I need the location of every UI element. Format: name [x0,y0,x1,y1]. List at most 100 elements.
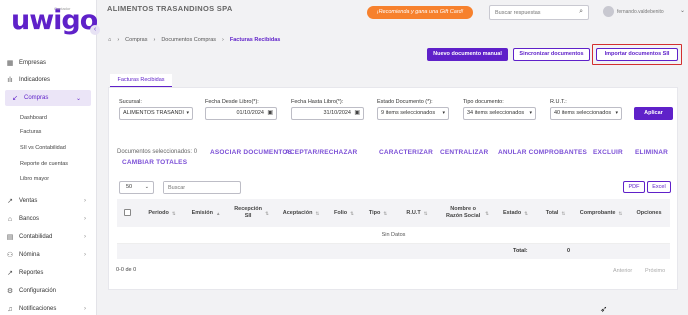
cambiar-totales-action[interactable]: CAMBIAR TOTALES [122,159,187,166]
select-all-checkbox[interactable] [124,209,131,216]
subitem-dashboard[interactable]: Dashboard [20,112,47,124]
col-label: Emisión [191,209,213,216]
asociar-documentos-action[interactable]: ASOCIAR DOCUMENTOS [210,149,292,156]
new-manual-document-button[interactable]: Nuevo documento manual [427,48,508,61]
fecha-desde-label: Fecha Desde Libro(*): [205,99,259,105]
pagination-info: 0-0 de 0 [116,267,137,273]
col-rut[interactable]: R.U.T ⇅ [395,199,439,227]
breadcrumb-documentos[interactable]: Documentos Compras [161,37,216,43]
calendar-icon[interactable]: ▣ [267,108,273,119]
calendar-icon[interactable]: ▣ [354,108,360,119]
sidebar-item-empresas[interactable]: ▦ Empresas [0,55,96,71]
centralizar-action[interactable]: CENTRALIZAR [440,149,488,156]
arrow-in-icon: ↙ [12,95,18,102]
subitem-reporte-cuentas[interactable]: Reporte de cuentas [20,158,68,170]
sidebar-item-ventas[interactable]: ↗ Ventas › [0,193,96,209]
sort-icon: ⇅ [524,210,529,216]
sync-documents-button[interactable]: Sincronizar documentos [513,48,590,61]
sort-asc-icon: ▲ [215,210,221,216]
fecha-desde-input[interactable]: 01/10/2024 ▣ [205,107,277,120]
chevron-down-icon[interactable]: ⌄ [680,7,685,14]
excluir-action[interactable]: EXCLUIR [593,149,623,156]
sort-icon: ⇅ [383,210,388,216]
page-size-select[interactable]: 50 ⌄ [119,181,154,194]
sucursal-select[interactable]: ALIMENTOS TRASANDI ▾ [119,107,193,120]
breadcrumb-separator: › [117,37,120,43]
chevron-right-icon: › [84,252,86,258]
prev-page-button[interactable]: Anterior [613,268,632,274]
fecha-hasta-label: Fecha Hasta Libro(*): [291,99,344,105]
search-icon[interactable]: ⌕ [579,8,583,16]
tab-facturas-recibidas[interactable]: Facturas Recibidas [110,74,172,87]
sidebar-item-nomina[interactable]: ⚇ Nómina › [0,247,96,263]
caret-down-icon: ▾ [529,110,532,116]
sort-icon: ⇅ [618,210,623,216]
sidebar-item-compras[interactable]: ↙ Compras ⌄ [5,90,91,106]
page-size-value: 50 [126,184,133,190]
avatar[interactable] [603,6,614,17]
main-card: Sucursal: Fecha Desde Libro(*): Fecha Ha… [108,87,678,290]
sidebar-item-label: Bancos [19,216,40,222]
sidebar-item-reportes[interactable]: ↗ Reportes [0,265,96,281]
apply-button[interactable]: Aplicar [634,107,673,120]
col-folio[interactable]: Folio ⇅ [327,199,361,227]
ledger-icon: ▤ [6,234,14,241]
table-search-box[interactable] [163,181,241,194]
col-recepcion-sii[interactable]: Recepción SII ⇅ [228,199,275,227]
subitem-libro-mayor[interactable]: Libro mayor [20,173,49,185]
estado-select[interactable]: 9 items seleccionados ▾ [377,107,449,120]
sidebar-item-notificaciones[interactable]: ♫ Notificaciones › [0,301,96,315]
sidebar-item-configuracion[interactable]: ⚙ Configuración [0,283,96,299]
col-periodo[interactable]: Periodo ⇅ [140,199,184,227]
sucursal-value: ALIMENTOS TRASANDI [123,110,184,116]
chevron-down-icon: ⌄ [75,95,81,102]
col-razon-social[interactable]: Nombre o Razón Social ⇅ [439,199,494,227]
col-tipo[interactable]: Tipo ⇅ [361,199,395,227]
highlight-box [592,44,682,65]
help-search-input[interactable] [490,6,570,19]
estado-value: 9 items seleccionados [381,110,436,116]
col-emision[interactable]: Emisión ▲ [184,199,228,227]
breadcrumb-compras[interactable]: Compras [125,37,147,43]
chevron-right-icon: › [84,234,86,240]
table-search-input[interactable] [164,182,238,193]
help-search-box[interactable]: ⌕ [489,5,589,20]
col-estado[interactable]: Estado ⇅ [494,199,537,227]
promo-button[interactable]: ¡Recomienda y gana una Gift Card! [367,6,473,19]
chevron-right-icon: › [84,306,86,312]
subitem-facturas[interactable]: Facturas [20,126,41,138]
export-pdf-button[interactable]: PDF [623,181,645,193]
aceptar-rechazar-action[interactable]: ACEPTAR/RECHAZAR [285,149,357,156]
col-label: Estado [502,209,522,216]
company-name: ALIMENTOS TRASANDINOS SPA [107,4,233,13]
sidebar-item-label: Ventas [19,198,38,204]
fecha-hasta-input[interactable]: 31/10/2024 ▣ [291,107,364,120]
totals-row: Total: 0 [117,244,670,259]
user-name[interactable]: fernando.valdebenito [617,9,664,15]
sidebar-item-contabilidad[interactable]: ▤ Contabilidad › [0,229,96,245]
sort-icon: ⇅ [561,210,566,216]
table-header: Periodo ⇅ Emisión ▲ Recepción SII ⇅ Aceptac… [117,199,670,227]
anular-comprobantes-action[interactable]: ANULAR COMPROBANTES [498,149,587,156]
col-aceptacion[interactable]: Aceptación ⇅ [275,199,327,227]
sidebar-item-label: Empresas [19,60,47,66]
caracterizar-action[interactable]: CARACTERIZAR [379,149,433,156]
sidebar-item-indicadores[interactable]: ılı Indicadores [0,72,96,88]
eliminar-action[interactable]: ELIMINAR [635,149,668,156]
next-page-button[interactable]: Próximo [645,268,665,274]
export-excel-button[interactable]: Excel [647,181,671,193]
home-icon[interactable]: ⌂ [108,37,111,43]
tipo-select[interactable]: 34 items seleccionados ▾ [463,107,536,120]
breadcrumb-current: Facturas Recibidas [229,37,281,43]
sidebar-item-bancos[interactable]: ⌂ Bancos › [0,211,96,227]
empty-table-message: Sin Datos [117,227,670,244]
col-comprobante[interactable]: Comprobante ⇅ [574,199,628,227]
rut-select[interactable]: 40 items seleccionados ▾ [550,107,622,120]
collapse-sidebar-button[interactable]: ‹ [90,25,100,35]
sort-icon: ⇅ [315,210,320,216]
sort-icon: ⇅ [423,210,428,216]
col-total[interactable]: Total ⇅ [537,199,574,227]
subitem-sii-vs-contabilidad[interactable]: SII vs Contabilidad [20,142,66,154]
sidebar: uwigo Contador ▦ Empresas ılı Indicadore… [0,0,98,315]
tipo-label: Tipo documento: [463,99,504,105]
